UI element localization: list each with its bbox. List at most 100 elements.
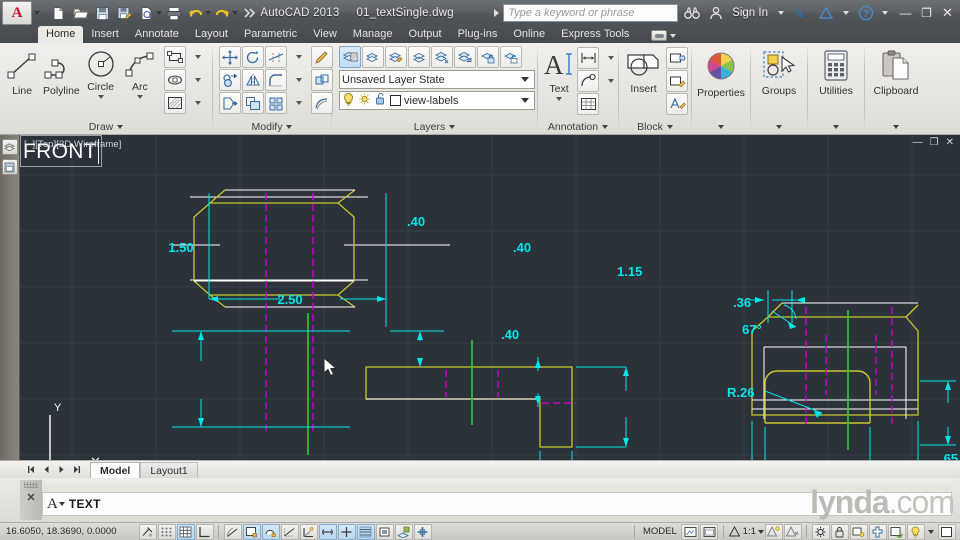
ribbon-minimize-control[interactable] (651, 30, 677, 43)
transparency-icon[interactable] (375, 523, 394, 540)
modify-copy-button[interactable] (219, 69, 241, 91)
ribbon-tab-view[interactable]: View (305, 26, 345, 43)
last-tab-button[interactable] (69, 462, 84, 477)
toggle-lightbulb-icon[interactable] (906, 523, 925, 540)
ribbon-tab-plugins[interactable]: Plug-ins (450, 26, 506, 43)
model-tab[interactable]: Model (90, 461, 141, 478)
current-layer-dropdown[interactable]: view-labels (339, 91, 535, 110)
modify-fillet-caret[interactable] (288, 69, 310, 91)
search-expand-icon[interactable] (494, 9, 500, 17)
layers-panel-title[interactable]: Layers (332, 119, 537, 135)
modify-explode-button[interactable] (311, 69, 333, 91)
layout-space-icon[interactable] (700, 523, 719, 540)
draw-panel-expand-icon[interactable] (117, 125, 124, 129)
layer-unlock-button[interactable] (500, 46, 522, 68)
layer-state-dropdown[interactable]: Unsaved Layer State (339, 70, 535, 89)
command-icon-caret[interactable] (58, 502, 65, 506)
object-snap-tracking-icon[interactable] (280, 523, 299, 540)
autodesk-360-caret[interactable] (843, 11, 849, 15)
save-as-icon[interactable] (114, 3, 135, 23)
viewport-minimize-button[interactable]: — (913, 138, 923, 148)
modify-stretch-button[interactable] (219, 92, 241, 114)
groups-panel-expand-icon[interactable] (776, 125, 782, 129)
properties-button[interactable]: Properties (695, 46, 747, 99)
help-icon[interactable]: ? (856, 3, 876, 23)
draw-rectangle-caret[interactable] (187, 46, 209, 68)
model-space-icon[interactable] (681, 523, 700, 540)
block-panel-expand-icon[interactable] (666, 125, 673, 129)
properties-panel-title[interactable] (692, 119, 750, 135)
layer-off-button[interactable] (362, 46, 384, 68)
layer-state-caret-icon[interactable] (521, 77, 529, 82)
modify-array-button[interactable] (265, 92, 287, 114)
application-menu-button[interactable]: A (2, 1, 32, 25)
application-menu-caret[interactable] (34, 11, 40, 15)
modify-trim-button[interactable] (265, 46, 287, 68)
utilities-panel-expand-icon[interactable] (833, 125, 839, 129)
snap-mode-icon[interactable] (157, 523, 176, 540)
ortho-mode-icon[interactable] (195, 523, 214, 540)
command-close-icon[interactable]: ✕ (26, 491, 35, 504)
autodesk-360-icon[interactable] (816, 3, 836, 23)
draw-circle-caret[interactable] (97, 95, 104, 99)
hardware-acceleration-icon[interactable] (849, 523, 868, 540)
modify-rotate-button[interactable] (242, 46, 264, 68)
ribbon-tab-manage[interactable]: Manage (345, 26, 401, 43)
draw-hatch-caret[interactable] (187, 92, 209, 114)
modify-fillet-button[interactable] (265, 69, 287, 91)
annotation-panel-title[interactable]: Annotation (538, 119, 618, 135)
lightbulb-icon[interactable] (342, 92, 355, 109)
modify-mirror-button[interactable] (242, 69, 264, 91)
3d-object-snap-icon[interactable] (261, 523, 280, 540)
show-lineweight-icon[interactable] (356, 523, 375, 540)
search-binoculars-icon[interactable] (682, 3, 702, 23)
first-tab-button[interactable] (24, 462, 39, 477)
annotation-leader-button[interactable] (577, 70, 599, 92)
new-file-icon[interactable] (48, 3, 69, 23)
layer-unisolate-button[interactable] (408, 46, 430, 68)
close-window-button[interactable]: ✕ (939, 5, 956, 21)
command-drag-dots-icon[interactable] (24, 482, 38, 488)
draw-rectangle-button[interactable] (164, 46, 186, 68)
modify-panel-title[interactable]: Modify (213, 119, 331, 135)
restore-window-button[interactable]: ❐ (918, 6, 935, 20)
viewport-close-button[interactable]: ✕ (946, 138, 954, 148)
draw-circle-button[interactable]: Circle (82, 46, 120, 99)
ribbon-tab-output[interactable]: Output (401, 26, 450, 43)
layer-lock-button[interactable] (477, 46, 499, 68)
current-layer-caret-icon[interactable] (521, 98, 529, 103)
sheet-set-manager-icon[interactable] (1, 139, 18, 155)
modify-move-button[interactable] (219, 46, 241, 68)
annotation-dimension-button[interactable] (577, 47, 599, 69)
ribbon-tab-online[interactable]: Online (505, 26, 553, 43)
block-panel-title[interactable]: Block (619, 119, 691, 135)
ribbon-tab-layout[interactable]: Layout (187, 26, 236, 43)
workspace-gear-icon[interactable] (811, 523, 830, 540)
draw-line-button[interactable]: Line (3, 46, 41, 97)
object-snap-icon[interactable] (242, 523, 261, 540)
block-define-attribute-button[interactable] (666, 93, 688, 115)
infer-constraints-icon[interactable] (138, 523, 157, 540)
coordinate-readout[interactable]: 16.6050, 18.3690, 0.0000 (0, 526, 138, 537)
draw-ellipse-caret[interactable] (187, 69, 209, 91)
layer-freeze-button[interactable] (431, 46, 453, 68)
dynamic-input-icon[interactable] (337, 523, 356, 540)
unlock-icon[interactable] (374, 92, 387, 109)
exchange-apps-icon[interactable]: X (792, 3, 812, 23)
minimize-window-button[interactable]: — (897, 6, 914, 20)
selection-cycling-icon[interactable] (413, 523, 432, 540)
layer-thaw-button[interactable] (454, 46, 476, 68)
dynamic-ucs-icon[interactable] (318, 523, 337, 540)
annotation-scale-control[interactable]: 1:1 (728, 525, 764, 538)
ribbon-tab-home[interactable]: Home (38, 26, 84, 43)
layer-isolate-button[interactable] (385, 46, 407, 68)
quick-properties-icon[interactable] (394, 523, 413, 540)
undo-caret[interactable] (205, 11, 211, 15)
block-create-button[interactable] (666, 47, 688, 69)
annotation-visibility-icon[interactable] (764, 523, 783, 540)
lock-toolbars-icon[interactable] (830, 523, 849, 540)
ribbon-tab-express-tools[interactable]: Express Tools (553, 26, 637, 43)
sign-in-caret[interactable] (778, 11, 784, 15)
space-indicator[interactable]: MODEL (639, 526, 681, 537)
sun-icon[interactable] (358, 92, 371, 109)
